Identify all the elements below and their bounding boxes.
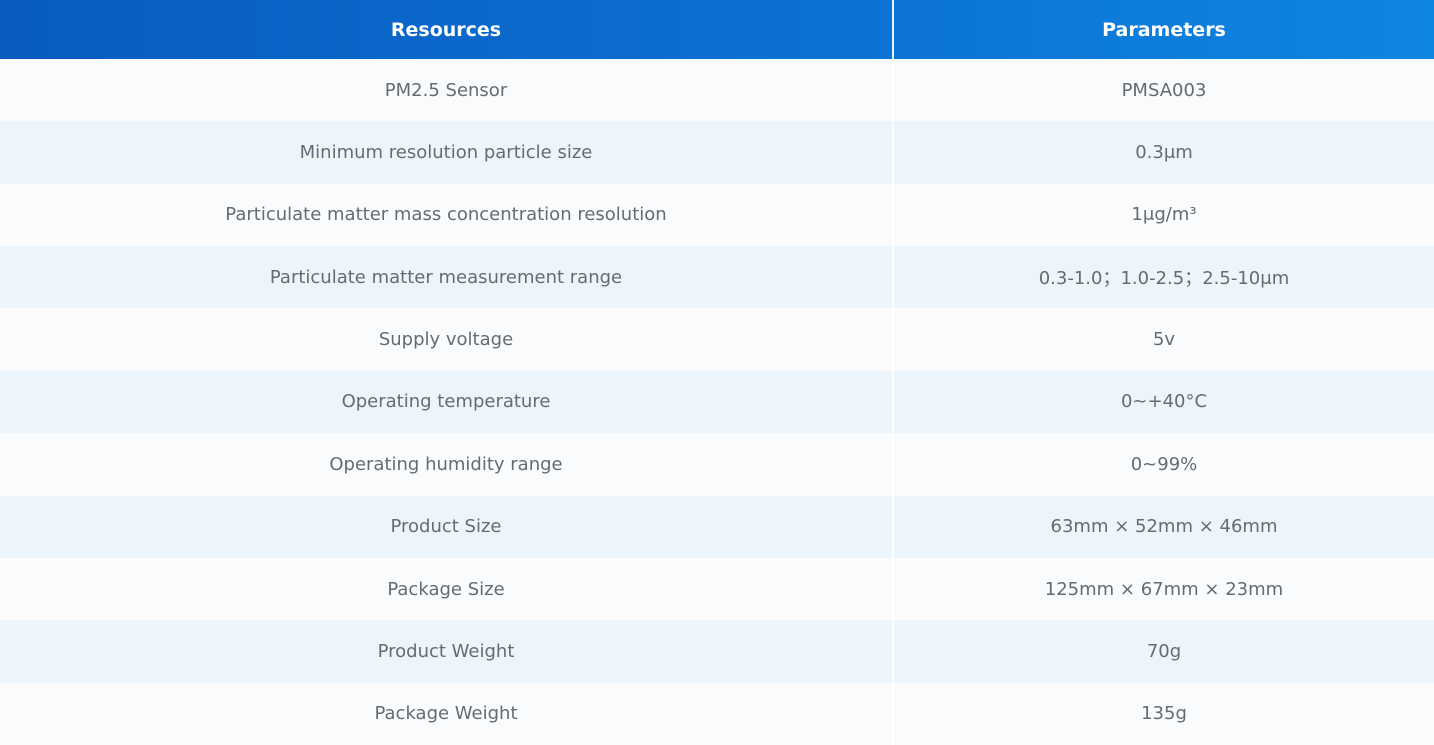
header-parameters: Parameters — [1102, 18, 1226, 41]
parameter-cell: 63mm × 52mm × 46mm — [1050, 516, 1278, 538]
table-row: Package Size 125mm × 67mm × 23mm — [0, 557, 1434, 621]
table-row: Product Weight 70g — [0, 620, 1434, 683]
header-resources: Resources — [0, 0, 894, 59]
table-row: Minimum resolution particle size 0.3μm — [0, 121, 1434, 184]
table-row: Operating temperature 0~+40°C — [0, 370, 1434, 434]
resource-cell: Product Weight — [0, 620, 894, 683]
table-row: Product Size 63mm × 52mm × 46mm — [0, 495, 1434, 558]
parameter-cell: 70g — [1146, 640, 1182, 662]
parameter-cell: 0~+40°C — [1120, 391, 1208, 413]
resource-cell: Package Weight — [0, 682, 894, 745]
parameter-cell: 5v — [1152, 329, 1176, 351]
resource-cell: Package Size — [0, 557, 894, 621]
table-row: Particulate matter mass concentration re… — [0, 183, 1434, 247]
resource-cell: Particulate matter mass concentration re… — [0, 183, 894, 247]
header-row: Resources Parameters — [0, 0, 1434, 59]
resource-cell: Operating humidity range — [0, 433, 894, 496]
resource-cell: Product Size — [0, 495, 894, 558]
table-body: PM2.5 Sensor PMSA003 Minimum resolution … — [0, 59, 1434, 745]
table-row: Operating humidity range 0~99% — [0, 433, 1434, 496]
resource-cell: Minimum resolution particle size — [0, 121, 894, 184]
parameter-cell: 125mm × 67mm × 23mm — [1044, 578, 1284, 600]
resource-cell: Supply voltage — [0, 308, 894, 371]
resource-cell: PM2.5 Sensor — [0, 59, 894, 122]
table-row: PM2.5 Sensor PMSA003 — [0, 59, 1434, 122]
parameter-cell: 1μg/m³ — [1131, 204, 1197, 226]
table-row: Particulate matter measurement range 0.3… — [0, 246, 1434, 309]
parameter-cell: 135g — [1141, 703, 1187, 725]
parameter-cell: 0.3-1.0；1.0-2.5；2.5-10μm — [1038, 268, 1290, 290]
resource-cell: Operating temperature — [0, 370, 894, 434]
table-header: Resources Parameters — [0, 0, 1434, 59]
parameter-cell: 0.3μm — [1135, 142, 1193, 164]
parameter-cell: 0~99% — [1130, 453, 1198, 475]
parameter-cell: PMSA003 — [1121, 79, 1207, 101]
table-row: Package Weight 135g — [0, 682, 1434, 745]
spec-table: Resources Parameters PM2.5 Sensor PMSA00… — [0, 0, 1434, 745]
table-row: Supply voltage 5v — [0, 308, 1434, 371]
resource-cell: Particulate matter measurement range — [0, 246, 894, 309]
